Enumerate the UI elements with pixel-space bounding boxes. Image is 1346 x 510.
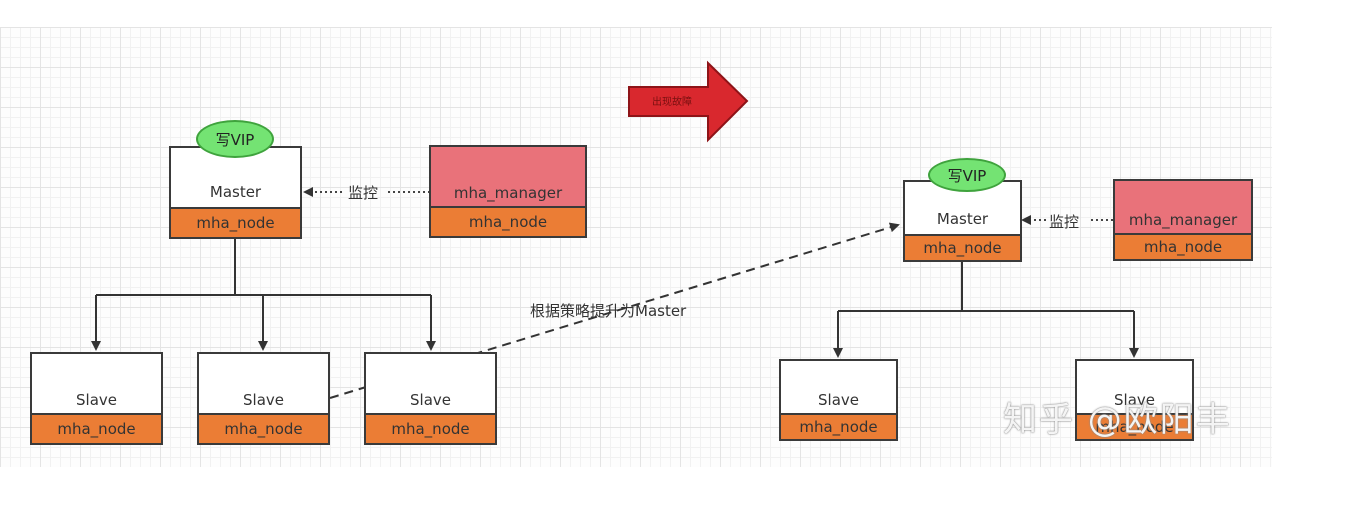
left-slave-1: Slave mha_node xyxy=(30,352,163,445)
right-manager-node: mha_manager mha_node xyxy=(1113,179,1253,261)
right-slave-1: Slave mha_node xyxy=(779,359,898,441)
left-slave-2-mha-node: mha_node xyxy=(199,413,328,443)
left-slave-2-title: Slave xyxy=(243,391,284,409)
right-slave-1-title: Slave xyxy=(818,391,859,409)
left-slave-3: Slave mha_node xyxy=(364,352,497,445)
right-manager-title: mha_manager xyxy=(1128,211,1238,229)
left-master-node: Master mha_node xyxy=(169,146,302,239)
right-write-vip-badge: 写VIP xyxy=(928,158,1006,192)
right-manager-mha-node: mha_node xyxy=(1115,233,1251,259)
left-monitor-label: 监控 xyxy=(348,184,379,202)
right-monitor-label: 监控 xyxy=(1049,213,1080,231)
right-master-mha-node: mha_node xyxy=(905,234,1020,260)
promote-label: 根据策略提升为Master xyxy=(530,302,687,320)
left-slave-1-mha-node: mha_node xyxy=(32,413,161,443)
right-master-node: Master mha_node xyxy=(903,180,1022,262)
left-write-vip-badge: 写VIP xyxy=(196,120,274,158)
left-slave-1-title: Slave xyxy=(76,391,117,409)
left-slave-3-title: Slave xyxy=(410,391,451,409)
left-manager-mha-node: mha_node xyxy=(431,206,585,236)
watermark-text: 知乎 @欧阳丰 xyxy=(1003,400,1232,440)
failover-arrow-label: 出现故障 xyxy=(652,97,692,108)
diagram-canvas: 出现故障 Master mha_node 写VIP mha_manager mh… xyxy=(0,0,1346,510)
left-manager-title: mha_manager xyxy=(453,184,563,202)
left-slave-2: Slave mha_node xyxy=(197,352,330,445)
left-slave-3-mha-node: mha_node xyxy=(366,413,495,443)
right-slave-1-mha-node: mha_node xyxy=(781,413,896,439)
left-manager-node: mha_manager mha_node xyxy=(429,145,587,238)
left-master-mha-node: mha_node xyxy=(171,207,300,237)
